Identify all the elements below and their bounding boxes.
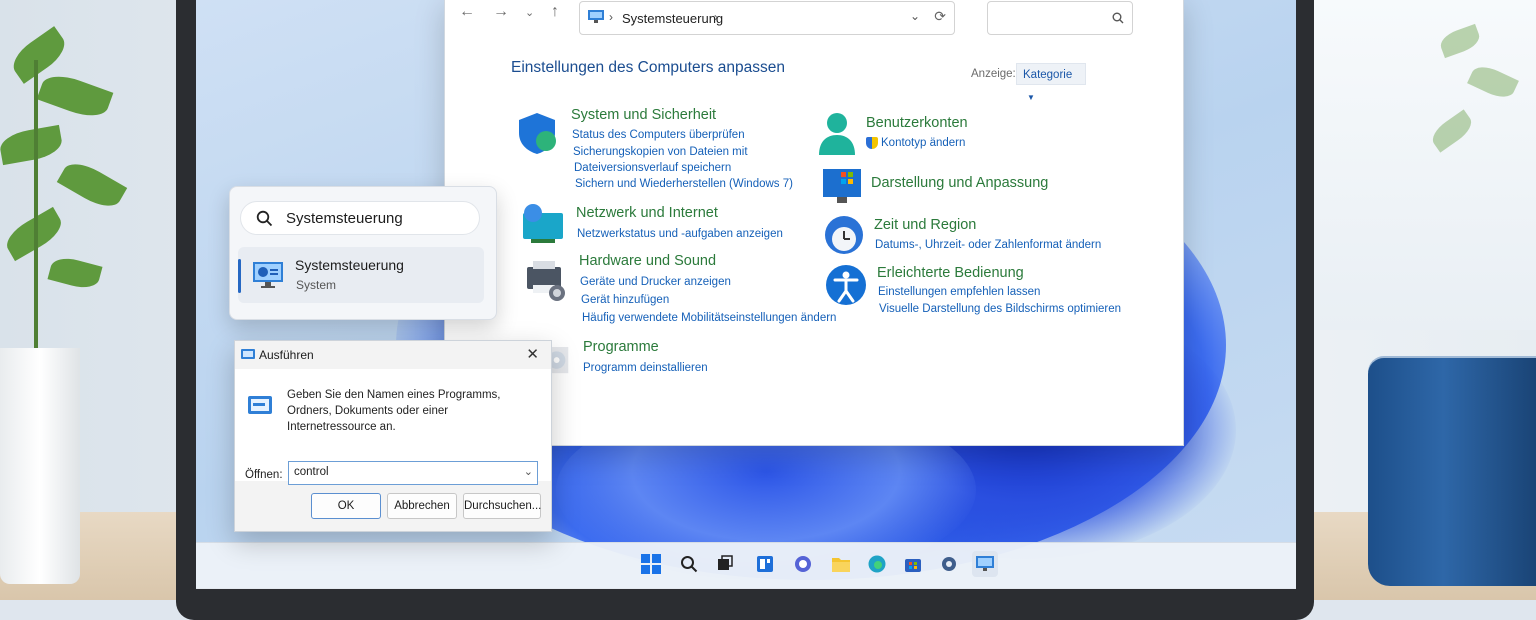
taskbar [196, 542, 1296, 589]
open-label: Öffnen: [245, 469, 283, 481]
close-icon[interactable]: ✕ [526, 345, 539, 363]
plant-pot [0, 348, 80, 584]
search-query[interactable]: Systemsteuerung [286, 210, 403, 227]
selection-indicator [238, 259, 241, 293]
run-dialog: Ausführen ✕ Geben Sie den Namen eines Pr… [234, 340, 552, 532]
category-title[interactable]: Zeit und Region [874, 217, 976, 233]
run-app-icon [241, 349, 255, 359]
start-icon[interactable] [638, 551, 664, 577]
recent-chevron-icon[interactable]: ⌄ [525, 6, 534, 19]
address-dropdown-icon[interactable]: ⌄ [910, 9, 920, 23]
chat-icon[interactable] [790, 551, 816, 577]
address-separator-icon: › [609, 10, 613, 24]
category-title[interactable]: Netzwerk und Internet [576, 205, 718, 221]
edge-icon[interactable] [864, 551, 890, 577]
category-title[interactable]: Hardware und Sound [579, 253, 716, 269]
control-panel-icon [253, 262, 283, 288]
view-label: Anzeige: [971, 68, 1016, 80]
run-icon [248, 396, 272, 414]
category-link[interactable]: Netzwerkstatus und -aufgaben anzeigen [577, 228, 783, 240]
accessibility-icon [826, 265, 866, 305]
category-link[interactable]: Einstellungen empfehlen lassen [878, 286, 1040, 298]
store-icon[interactable] [900, 551, 926, 577]
category-title[interactable]: System und Sicherheit [571, 107, 716, 123]
category-link[interactable]: Geräte und Drucker anzeigen [580, 276, 731, 288]
browse-button[interactable]: Durchsuchen... [463, 493, 541, 519]
network-globe-icon [523, 204, 563, 243]
search-icon[interactable] [676, 551, 702, 577]
run-dialog-title: Ausführen [259, 348, 314, 362]
search-result-item[interactable]: Systemsteuerung System [238, 247, 484, 303]
category-link[interactable]: Kontotyp ändern [881, 137, 965, 149]
address-path[interactable]: Systemsteuerung [622, 11, 723, 26]
category-link[interactable]: Status des Computers überprüfen [572, 129, 745, 141]
view-select-value: Kategorie [1023, 69, 1073, 81]
open-input[interactable]: control ⌄ [288, 461, 538, 485]
search-icon [256, 210, 273, 227]
refresh-icon[interactable]: ⟳ [934, 8, 946, 25]
settings-gear-icon[interactable] [936, 551, 962, 577]
user-icon [819, 113, 855, 155]
category-link[interactable]: Sicherungskopien von Dateien mit [573, 146, 748, 158]
category-link[interactable]: Dateiversionsverlauf speichern [574, 162, 731, 174]
search-input[interactable]: Systemsteuerung [240, 201, 480, 235]
control-panel-search-box[interactable] [987, 1, 1133, 35]
category-title[interactable]: Erleichterte Bedienung [877, 265, 1024, 281]
ok-button[interactable]: OK [311, 493, 381, 519]
display-personalize-icon [823, 169, 861, 203]
address-chevron-icon: › [714, 10, 718, 24]
uac-shield-icon [866, 137, 878, 149]
category-title[interactable]: Darstellung und Anpassung [871, 175, 1048, 191]
clock-globe-icon [825, 216, 863, 254]
cancel-button[interactable]: Abbrechen [387, 493, 457, 519]
category-link[interactable]: Datums-, Uhrzeit- oder Zahlenformat ände… [875, 239, 1101, 251]
run-dialog-body: Geben Sie den Namen eines Programms, Ord… [235, 369, 551, 485]
task-view-icon[interactable] [712, 551, 738, 577]
back-arrow-icon[interactable]: ← [459, 3, 475, 21]
shield-icon [519, 113, 556, 154]
category-title[interactable]: Benutzerkonten [866, 115, 968, 131]
category-title[interactable]: Programme [583, 339, 659, 355]
up-arrow-icon[interactable]: ↑ [551, 3, 559, 21]
file-explorer-icon[interactable] [828, 551, 854, 577]
control-panel-taskbar-icon[interactable] [972, 551, 998, 577]
widgets-icon[interactable] [752, 551, 778, 577]
view-dropdown-icon: ▼ [1027, 93, 1035, 102]
category-link[interactable]: Gerät hinzufügen [581, 294, 669, 306]
search-icon [1112, 12, 1124, 24]
category-link[interactable]: Programm deinstallieren [583, 362, 708, 374]
address-bar[interactable]: › Systemsteuerung › ⌄ ⟳ [579, 1, 955, 35]
chevron-down-icon[interactable]: ⌄ [524, 465, 533, 478]
search-result-subtitle: System [296, 278, 337, 292]
background-plant-right [1420, 10, 1536, 230]
category-link[interactable]: Sichern und Wiederherstellen (Windows 7) [575, 178, 793, 190]
control-panel-address-icon [588, 10, 604, 23]
search-result-title: Systemsteuerung [295, 257, 404, 273]
coffee-mug [1368, 358, 1536, 586]
run-description: Geben Sie den Namen eines Programms, Ord… [287, 389, 501, 433]
forward-arrow-icon[interactable]: → [493, 3, 509, 21]
category-link[interactable]: Häufig verwendete Mobilitätseinstellunge… [582, 312, 836, 324]
page-title: Einstellungen des Computers anpassen [511, 59, 786, 76]
printer-icon [527, 261, 565, 301]
start-search-popup: Systemsteuerung Systemsteuerung System [229, 186, 497, 320]
view-select[interactable]: Kategorie ▼ [1016, 63, 1086, 102]
open-input-value[interactable]: control [294, 466, 329, 478]
navigation-bar: ← → ⌄ ↑ › Systemsteuerung › ⌄ ⟳ [445, 0, 1183, 41]
control-panel-window: ← → ⌄ ↑ › Systemsteuerung › ⌄ ⟳ Einstell… [444, 0, 1184, 446]
category-link[interactable]: Visuelle Darstellung des Bildschirms opt… [879, 303, 1121, 315]
